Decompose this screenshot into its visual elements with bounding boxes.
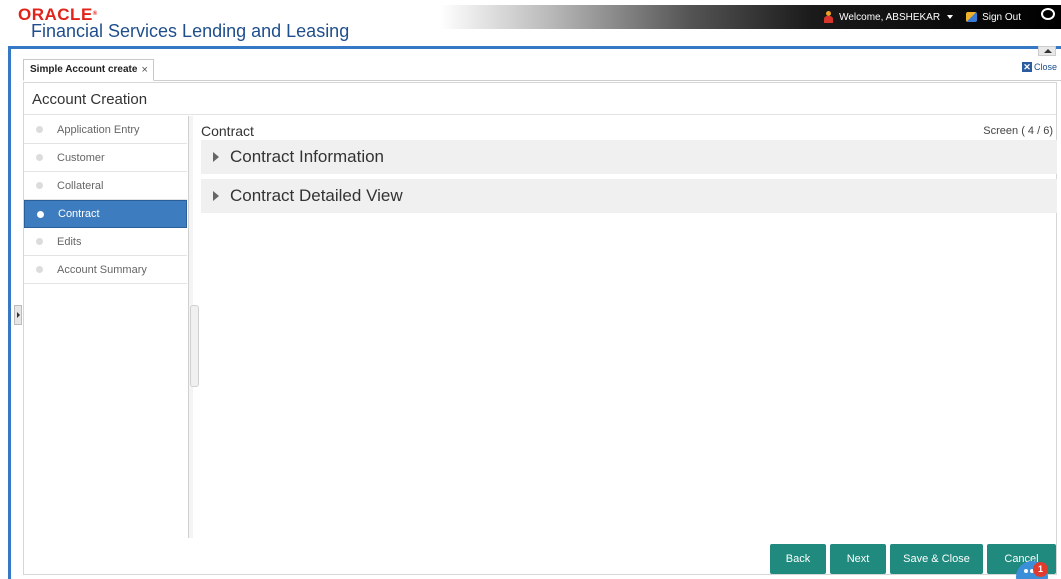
screen-counter: Screen ( 4 / 6): [983, 125, 1053, 137]
chevron-down-icon[interactable]: [947, 15, 954, 19]
close-label: Close: [1033, 62, 1057, 72]
step-dot: [36, 182, 43, 189]
section-contract-detailed-view[interactable]: Contract Detailed View: [201, 179, 1057, 213]
section-label: Contract Detailed View: [230, 186, 403, 205]
power-icon[interactable]: [1041, 8, 1055, 20]
section-label: Contract Information: [230, 147, 385, 166]
collapse-header-button[interactable]: [1038, 46, 1056, 56]
close-icon: ✕: [1021, 62, 1032, 72]
step-edits[interactable]: Edits: [24, 228, 187, 256]
step-application-entry[interactable]: Application Entry: [24, 116, 187, 144]
step-customer[interactable]: Customer: [24, 144, 187, 172]
step-account-summary[interactable]: Account Summary: [24, 256, 187, 284]
app-title: Financial Services Lending and Leasing: [31, 21, 350, 41]
step-collateral[interactable]: Collateral: [24, 172, 187, 200]
step-label: Customer: [57, 151, 105, 164]
step-label: Application Entry: [57, 123, 140, 136]
user-icon: [823, 11, 834, 23]
close-button[interactable]: ✕ Close: [1021, 62, 1057, 72]
frame-top-border: [8, 46, 1061, 49]
tab-label: Simple Account create: [30, 64, 138, 75]
app-header: ORACLE® Financial Services Lending and L…: [0, 0, 1061, 46]
step-dot: [36, 266, 43, 273]
sign-out-link[interactable]: Sign Out: [982, 12, 1021, 23]
expand-triangle-icon: [213, 191, 219, 201]
step-label: Account Summary: [57, 263, 147, 276]
welcome-user-menu[interactable]: Welcome, ABSHEKAR: [839, 12, 940, 23]
expand-triangle-icon: [213, 152, 219, 162]
notification-badge: 1: [1033, 562, 1048, 577]
user-area: Welcome, ABSHEKAR Sign Out: [823, 11, 1021, 23]
save-close-button[interactable]: Save & Close: [890, 544, 983, 574]
tab-simple-account-create[interactable]: Simple Account create ×: [23, 59, 154, 81]
step-contract[interactable]: Contract: [24, 200, 187, 228]
frame-left-border: [8, 49, 11, 579]
splitter-handle[interactable]: [190, 305, 199, 387]
step-dot: [36, 154, 43, 161]
tab-strip: Simple Account create ×: [23, 59, 1061, 81]
sign-out-icon[interactable]: [966, 12, 978, 22]
step-dot: [36, 126, 43, 133]
content-title: Contract: [201, 123, 254, 139]
page-title: Account Creation: [32, 91, 148, 108]
step-label: Contract: [58, 208, 100, 220]
next-button[interactable]: Next: [830, 544, 886, 574]
back-button[interactable]: Back: [770, 544, 826, 574]
step-dot: [37, 211, 44, 218]
step-dot: [36, 238, 43, 245]
title-divider: [24, 114, 1056, 115]
expand-panel-icon[interactable]: [14, 305, 22, 325]
section-contract-information[interactable]: Contract Information: [201, 140, 1057, 174]
step-label: Edits: [57, 235, 82, 248]
step-label: Collateral: [57, 179, 104, 192]
close-tab-icon[interactable]: ×: [141, 64, 147, 76]
step-train: Application Entry Customer Collateral Co…: [24, 116, 187, 284]
account-creation-panel: Account Creation Application Entry Custo…: [23, 82, 1057, 575]
